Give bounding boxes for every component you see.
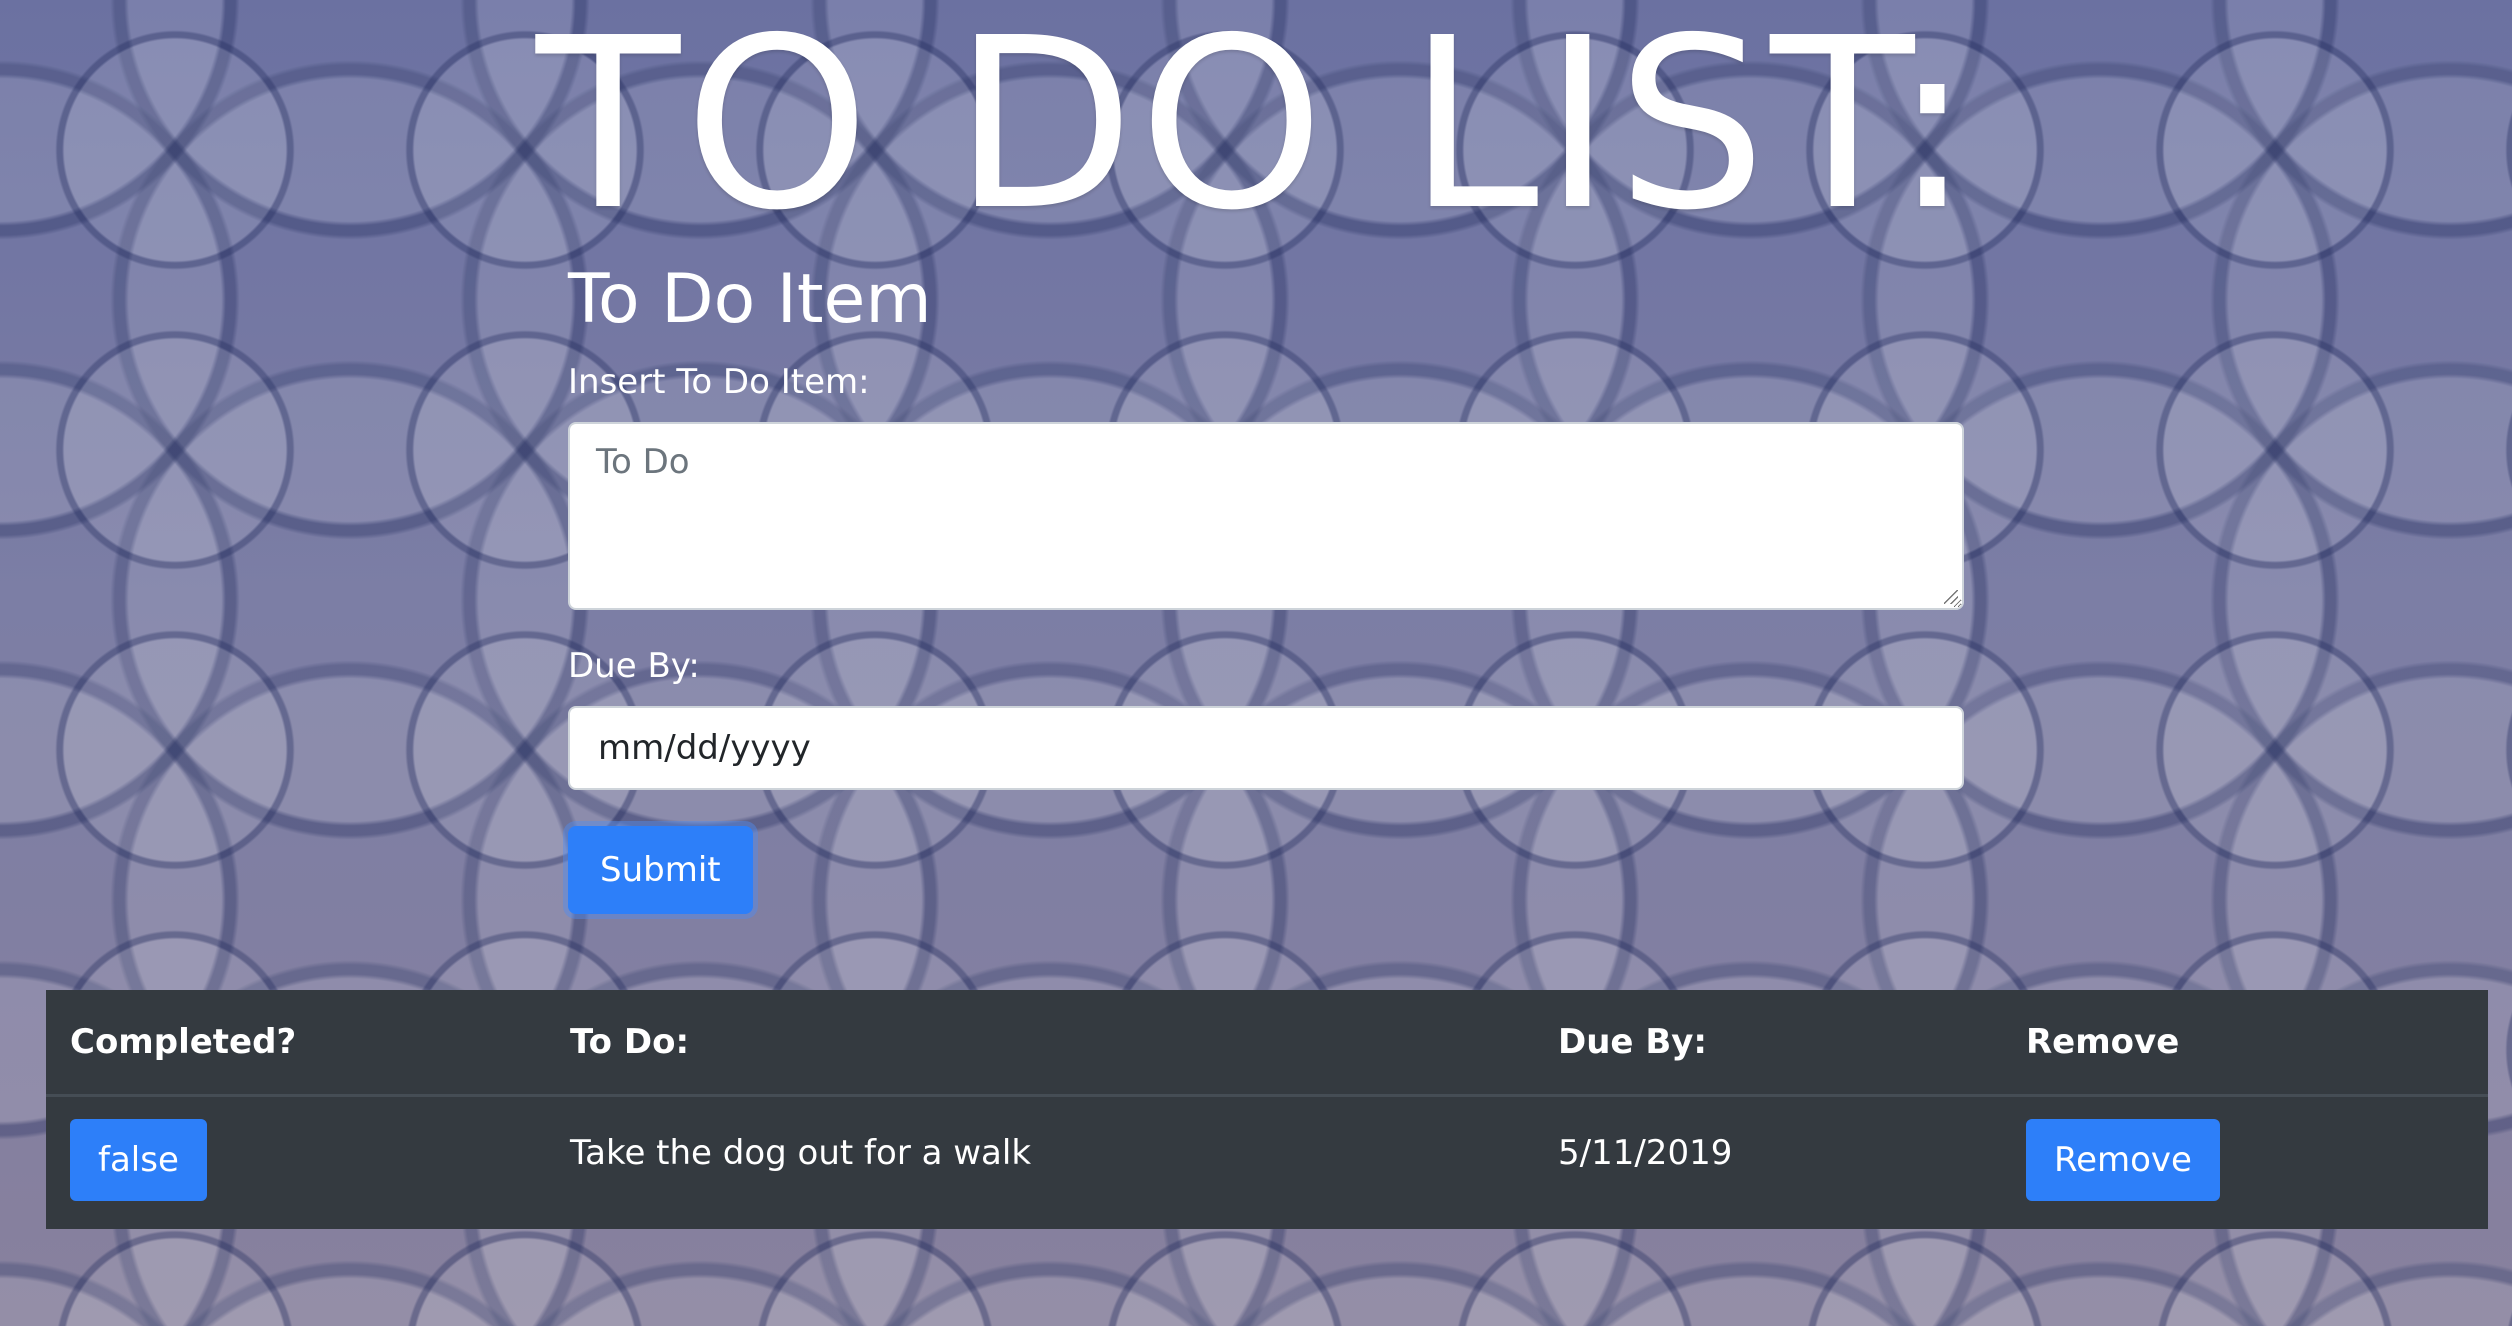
table-row: false Take the dog out for a walk 5/11/2… [46, 1096, 2488, 1230]
due-date-text: 5/11/2019 [1558, 1133, 1733, 1173]
completed-cell: false [46, 1096, 546, 1230]
due-date-input[interactable]: mm/dd/yyyy [568, 706, 1964, 790]
todo-textarea-wrapper [568, 422, 1964, 610]
todo-item-textarea[interactable] [568, 422, 1964, 610]
remove-cell: Remove [2002, 1096, 2488, 1230]
todo-text: Take the dog out for a walk [570, 1133, 1032, 1173]
due-cell: 5/11/2019 [1534, 1096, 2002, 1230]
submit-button[interactable]: Submit [568, 826, 753, 914]
resize-handle-icon[interactable] [1944, 590, 1958, 604]
todo-cell: Take the dog out for a walk [546, 1096, 1534, 1230]
page-title: TO DO LIST: [535, 0, 1977, 262]
table-header-row: Completed? To Do: Due By: Remove [46, 990, 2488, 1097]
todo-table: Completed? To Do: Due By: Remove false T… [46, 990, 2488, 1229]
todo-item-label: Insert To Do Item: [568, 362, 870, 402]
due-by-label: Due By: [568, 646, 700, 686]
header-due-by: Due By: [1534, 990, 2002, 1097]
remove-button[interactable]: Remove [2026, 1119, 2220, 1201]
header-completed: Completed? [46, 990, 546, 1097]
header-todo: To Do: [546, 990, 1534, 1097]
form-heading: To Do Item [568, 260, 932, 339]
header-remove: Remove [2002, 990, 2488, 1097]
completed-toggle-button[interactable]: false [70, 1119, 207, 1201]
todo-form: To Do Item Insert To Do Item: Due By: mm… [568, 250, 1964, 914]
